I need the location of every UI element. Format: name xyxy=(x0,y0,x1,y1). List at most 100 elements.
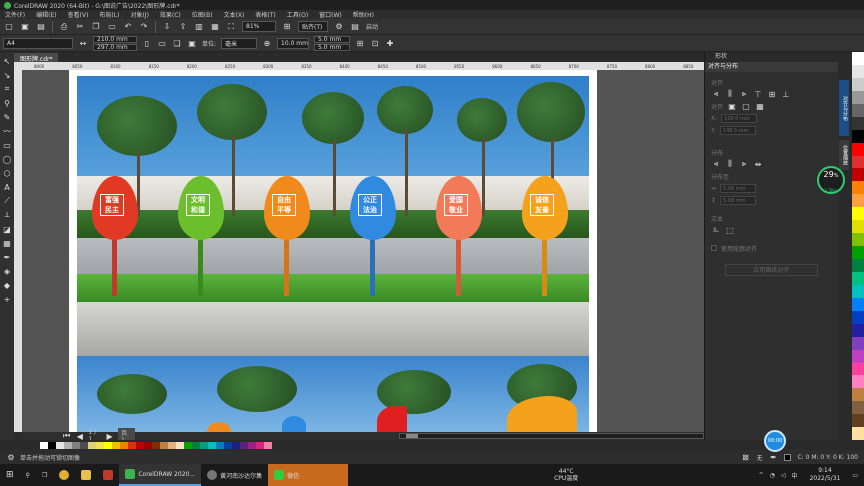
palette-swatch[interactable] xyxy=(136,441,144,449)
palette-swatch[interactable] xyxy=(852,375,864,389)
treat-objects-icon[interactable]: ⊡ xyxy=(370,38,380,48)
palette-swatch[interactable] xyxy=(852,246,864,259)
align-center-icon[interactable]: ⫼ xyxy=(725,89,735,99)
polygon-tool-icon[interactable]: ⬡ xyxy=(2,168,12,178)
full-screen-icon[interactable]: ⛶ xyxy=(226,22,236,32)
save-icon[interactable]: ▤ xyxy=(36,22,46,32)
distribute-left-icon[interactable]: ⫷ xyxy=(711,159,721,169)
palette-swatch[interactable] xyxy=(852,323,864,337)
outline-pen-icon[interactable]: ✒ xyxy=(768,452,778,462)
snap-to-dropdown[interactable]: 贴齐(T) xyxy=(298,21,328,32)
artistic-media-icon[interactable]: 〰 xyxy=(2,126,12,136)
palette-swatch[interactable] xyxy=(80,441,88,449)
recording-timer[interactable]: 00:00 xyxy=(764,430,786,452)
interactive-fill-icon[interactable]: ◈ xyxy=(2,266,12,276)
menu-layout[interactable]: 布局(L) xyxy=(99,10,119,19)
rectangle-tool-icon[interactable]: ▭ xyxy=(2,140,12,150)
palette-swatch[interactable] xyxy=(852,284,864,298)
scroll-thumb[interactable] xyxy=(406,434,418,438)
ellipse-tool-icon[interactable]: ◯ xyxy=(2,154,12,164)
crop-tool-icon[interactable]: ⌗ xyxy=(2,84,12,94)
menu-window[interactable]: 窗口(W) xyxy=(319,10,342,19)
notification-icon[interactable]: ▭ xyxy=(846,464,864,486)
palette-swatch[interactable] xyxy=(160,441,168,449)
launch-dropdown[interactable]: 启动 xyxy=(366,22,378,31)
palette-swatch[interactable] xyxy=(112,441,120,449)
taskbar-wechat[interactable]: 微信 xyxy=(268,464,349,486)
palette-swatch[interactable] xyxy=(152,441,160,449)
undo-icon[interactable]: ↶ xyxy=(123,22,133,32)
palette-swatch[interactable] xyxy=(48,441,56,449)
tray-expand-icon[interactable]: ^ xyxy=(759,472,764,479)
menu-bitmaps[interactable]: 位图(B) xyxy=(192,10,213,19)
palette-swatch[interactable] xyxy=(852,142,864,156)
text-tool-icon[interactable]: A xyxy=(2,182,12,192)
explorer-taskbar-icon[interactable] xyxy=(75,464,97,486)
palette-swatch[interactable] xyxy=(40,441,48,449)
palette-swatch[interactable] xyxy=(852,271,864,285)
align-right-icon[interactable]: ⫸ xyxy=(739,89,749,99)
settings-gear-icon[interactable]: ⚙ xyxy=(6,452,16,462)
palette-swatch[interactable] xyxy=(852,388,864,402)
app-launcher-icon[interactable]: ▦ xyxy=(210,22,220,32)
all-pages-icon[interactable]: ❏ xyxy=(172,38,182,48)
menu-view[interactable]: 查看(V) xyxy=(68,10,89,19)
palette-swatch[interactable] xyxy=(232,441,240,449)
signboard-render-image[interactable]: 富强 民主 文明 和谐 自由 平等 公正 法治 爱国 敬业 诚信 友善 xyxy=(77,76,589,356)
palette-swatch[interactable] xyxy=(208,441,216,449)
palette-swatch[interactable] xyxy=(852,77,864,91)
paste-icon[interactable]: ▭ xyxy=(107,22,117,32)
new-document-icon[interactable]: ▢ xyxy=(4,22,14,32)
vertical-ruler[interactable] xyxy=(14,70,22,432)
align-middle-icon[interactable]: ⊞ xyxy=(767,89,777,99)
palette-swatch[interactable] xyxy=(852,310,864,324)
palette-swatch[interactable] xyxy=(120,441,128,449)
palette-swatch[interactable] xyxy=(852,414,864,428)
apply-button[interactable]: 应用图纸对齐 xyxy=(725,264,818,276)
distribute-spacing-icon[interactable]: ⇹ xyxy=(753,159,763,169)
palette-swatch[interactable] xyxy=(852,336,864,350)
palette-swatch[interactable] xyxy=(852,64,864,78)
distribute-center-icon[interactable]: ⫼ xyxy=(725,159,735,169)
landscape-icon[interactable]: ▭ xyxy=(157,38,167,48)
palette-swatch[interactable] xyxy=(852,129,864,143)
print-icon[interactable]: ⎙ xyxy=(59,22,69,32)
palette-swatch[interactable] xyxy=(176,441,184,449)
palette-swatch[interactable] xyxy=(264,441,272,449)
palette-swatch[interactable] xyxy=(852,297,864,311)
palette-swatch[interactable] xyxy=(104,441,112,449)
menu-file[interactable]: 文件(F) xyxy=(5,10,25,19)
vertical-spacing-field[interactable]: 5.08 mm xyxy=(720,195,757,205)
page-size-dropdown[interactable]: A4 xyxy=(3,37,73,49)
drop-shadow-icon[interactable]: ◪ xyxy=(2,224,12,234)
text-bbox-icon[interactable]: ⬚ xyxy=(725,225,735,235)
drawing-canvas[interactable]: 富强 民主 文明 和谐 自由 平等 公正 法治 爱国 敬业 诚信 友善 xyxy=(22,70,704,432)
menu-edit[interactable]: 编辑(E) xyxy=(36,10,56,19)
palette-swatch[interactable] xyxy=(852,362,864,376)
palette-swatch[interactable] xyxy=(852,181,864,195)
palette-swatch[interactable] xyxy=(256,441,264,449)
duplicate-y-field[interactable]: 5.0 mm xyxy=(314,43,351,51)
ime-icon[interactable]: 中 xyxy=(792,471,798,480)
duplicate-x-field[interactable]: 5.0 mm xyxy=(314,35,351,43)
palette-swatch[interactable] xyxy=(240,441,248,449)
shape-tool-icon[interactable]: ↘ xyxy=(2,70,12,80)
task-view-button[interactable]: ❐ xyxy=(36,464,53,486)
pick-tool-icon[interactable]: ↖ xyxy=(2,56,12,66)
menu-help[interactable]: 帮助(H) xyxy=(353,10,374,19)
palette-swatch[interactable] xyxy=(88,441,96,449)
horizontal-ruler[interactable]: 8000 8050 8100 8150 8200 8250 8300 8350 8400 8450… xyxy=(14,62,770,70)
portrait-icon[interactable]: ▯ xyxy=(142,38,152,48)
eyedropper-icon[interactable]: ✒ xyxy=(2,252,12,262)
palette-swatch[interactable] xyxy=(852,401,864,415)
use-outline-checkbox[interactable] xyxy=(711,245,717,251)
palette-swatch[interactable] xyxy=(96,441,104,449)
smart-fill-icon[interactable]: ◆ xyxy=(2,280,12,290)
transparency-icon[interactable]: ▦ xyxy=(2,238,12,248)
horizontal-spacing-field[interactable]: 5.08 mm xyxy=(720,183,757,193)
page-height-field[interactable]: 297.0 mm xyxy=(93,43,137,51)
open-folder-icon[interactable]: ▣ xyxy=(20,22,30,32)
fill-none-icon[interactable]: ⊠ xyxy=(740,452,750,462)
tab-align-distribute[interactable]: 对齐与分布 xyxy=(839,80,849,136)
options-gear-icon[interactable]: ⚙ xyxy=(334,22,344,32)
